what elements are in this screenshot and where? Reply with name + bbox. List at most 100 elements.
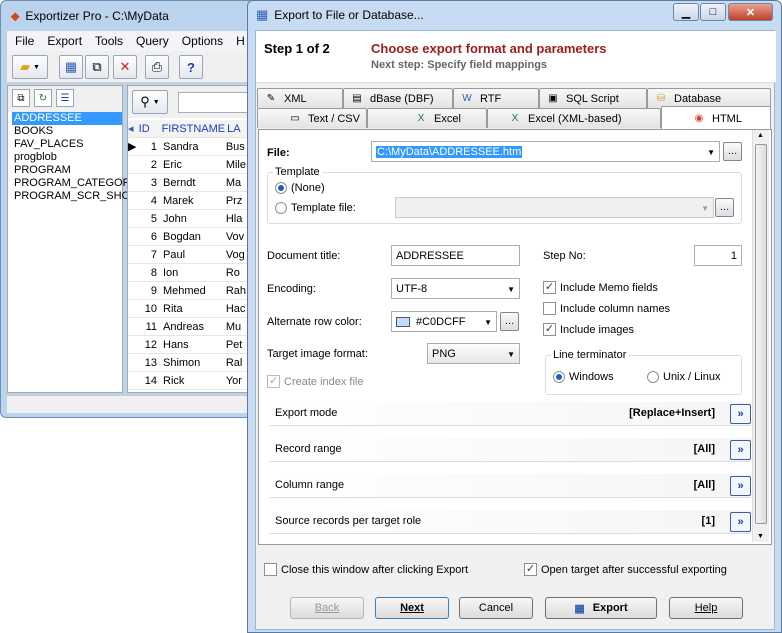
tab-rtf[interactable]: W RTF — [453, 88, 539, 108]
include-images-checkbox[interactable]: ✓ Include images — [543, 323, 634, 336]
template-none-radio[interactable]: (None) — [275, 182, 325, 194]
menu-export[interactable]: Export — [47, 34, 82, 48]
cell-firstname[interactable]: Bogdan — [160, 231, 224, 243]
panel-scrollbar[interactable]: ▲ ▼ — [752, 130, 769, 542]
grid-search-input[interactable] — [178, 92, 254, 113]
template-file-radio[interactable]: Template file: — [275, 202, 356, 214]
cell-firstname[interactable]: Mehmed — [160, 285, 224, 297]
cancel-button[interactable]: Cancel — [459, 597, 533, 619]
cell-firstname[interactable]: Berndt — [160, 177, 224, 189]
export-button[interactable]: ▦ — [59, 55, 83, 79]
tab-dbase[interactable]: ▤ dBase (DBF) — [343, 88, 453, 108]
tab-html[interactable]: ◉ HTML — [661, 106, 771, 130]
step-no-input[interactable]: 1 — [694, 245, 742, 266]
cell-firstname[interactable]: Marek — [160, 195, 224, 207]
tab-text-csv[interactable]: ▭ Text / CSV — [257, 108, 367, 128]
alt-row-color-combo[interactable]: #C0DCFF ▼ — [391, 311, 497, 332]
cell-firstname[interactable]: Rita — [160, 303, 224, 315]
cell-firstname[interactable]: John — [160, 213, 224, 225]
cell-id[interactable]: 14 — [139, 375, 160, 387]
pick-color-button[interactable]: … — [500, 312, 519, 331]
cell-id[interactable]: 5 — [139, 213, 160, 225]
cell-firstname[interactable]: Ion — [160, 267, 224, 279]
open-folder-button[interactable]: ▰ ▼ — [12, 55, 48, 79]
menu-tools[interactable]: Tools — [95, 34, 123, 48]
menu-file[interactable]: File — [15, 34, 34, 48]
cell-firstname[interactable]: Andreas — [160, 321, 224, 333]
refresh-button[interactable]: ↻ — [34, 89, 52, 107]
cell-id[interactable]: 2 — [139, 159, 160, 171]
tab-sql-script[interactable]: ▣ SQL Script — [539, 88, 647, 108]
table-row[interactable]: 3 Berndt Ma — [128, 174, 252, 192]
encoding-combo[interactable]: UTF-8 ▼ — [391, 278, 520, 299]
include-memo-checkbox[interactable]: ✓ Include Memo fields — [543, 281, 658, 294]
browse-file-button[interactable]: … — [723, 142, 742, 161]
expand-section-button[interactable]: » — [730, 476, 751, 496]
list-item[interactable]: PROGRAM_CATEGOR' — [12, 177, 133, 190]
cell-id[interactable]: 13 — [139, 357, 160, 369]
table-row[interactable]: 2 Eric Mile — [128, 156, 252, 174]
export-mode-section[interactable]: Export mode [Replace+Insert] » — [269, 402, 751, 426]
table-row[interactable]: 7 Paul Vog — [128, 246, 252, 264]
close-after-export-checkbox[interactable]: Close this window after clicking Export — [264, 563, 468, 576]
help-button[interactable]: ? — [179, 55, 203, 79]
cell-id[interactable]: 6 — [139, 231, 160, 243]
copy-button[interactable]: ⧉ — [85, 55, 109, 79]
cell-id[interactable]: 12 — [139, 339, 160, 351]
cell-id[interactable]: 4 — [139, 195, 160, 207]
unix-radio[interactable]: Unix / Linux — [647, 371, 720, 383]
table-row[interactable]: 10 Rita Hac — [128, 300, 252, 318]
cell-firstname[interactable]: Shimon — [160, 357, 224, 369]
checkbox[interactable] — [543, 302, 556, 315]
cell-id[interactable]: 10 — [139, 303, 160, 315]
list-item[interactable]: progblob — [12, 151, 122, 164]
scroll-down-icon[interactable]: ▼ — [757, 533, 764, 540]
table-row[interactable]: 14 Rick Yor — [128, 372, 252, 390]
list-item[interactable]: ADDRESSEE — [12, 112, 122, 125]
table-list[interactable]: ADDRESSEE BOOKS FAV_PLACES progblob PROG… — [12, 112, 137, 203]
checkbox[interactable]: ✓ — [524, 563, 537, 576]
list-item[interactable]: BOOKS — [12, 125, 122, 138]
radio-button[interactable] — [647, 371, 659, 383]
records-per-target-section[interactable]: Source records per target role [1] » — [269, 510, 751, 534]
menu-query[interactable]: Query — [136, 34, 169, 48]
list-item[interactable]: PROGRAM — [12, 164, 122, 177]
table-row[interactable]: 4 Marek Prz — [128, 192, 252, 210]
list-item[interactable]: PROGRAM_SCR_SHOT — [12, 190, 137, 203]
cell-firstname[interactable]: Rick — [160, 375, 224, 387]
list-view-button[interactable]: ☰ — [56, 89, 74, 107]
column-range-section[interactable]: Column range [All] » — [269, 474, 751, 498]
minimize-button[interactable]: ▁ — [673, 3, 699, 21]
maximize-button[interactable]: □ — [700, 3, 726, 21]
table-row[interactable]: 11 Andreas Mu — [128, 318, 252, 336]
list-item[interactable]: FAV_PLACES — [12, 138, 122, 151]
next-button[interactable]: Next — [375, 597, 449, 619]
scroll-up-icon[interactable]: ▲ — [757, 132, 764, 139]
cell-id[interactable]: 3 — [139, 177, 160, 189]
table-row[interactable]: 13 Shimon Ral — [128, 354, 252, 372]
open-after-export-checkbox[interactable]: ✓ Open target after successful exporting — [524, 563, 727, 576]
checkbox[interactable] — [264, 563, 277, 576]
record-range-section[interactable]: Record range [All] » — [269, 438, 751, 462]
checkbox[interactable]: ✓ — [543, 323, 556, 336]
table-row[interactable]: 6 Bogdan Vov — [128, 228, 252, 246]
include-column-names-checkbox[interactable]: Include column names — [543, 302, 670, 315]
cell-id[interactable]: 7 — [139, 249, 160, 261]
copy-list-button[interactable]: ⧉ — [12, 89, 30, 107]
table-row[interactable]: 5 John Hla — [128, 210, 252, 228]
column-header-id[interactable]: ID — [139, 123, 159, 135]
cell-id[interactable]: 8 — [139, 267, 160, 279]
image-format-combo[interactable]: PNG ▼ — [427, 343, 520, 364]
cell-id[interactable]: 9 — [139, 285, 160, 297]
tab-excel[interactable]: X Excel — [367, 108, 487, 128]
tab-xml[interactable]: ✎ XML — [257, 88, 343, 108]
column-header-firstname[interactable]: FIRSTNAME — [159, 123, 226, 135]
cell-firstname[interactable]: Eric — [160, 159, 224, 171]
cell-firstname[interactable]: Paul — [160, 249, 224, 261]
table-row[interactable]: 8 Ion Ro — [128, 264, 252, 282]
expand-section-button[interactable]: » — [730, 440, 751, 460]
menu-help[interactable]: H — [236, 34, 245, 48]
expand-section-button[interactable]: » — [730, 404, 751, 424]
tab-database[interactable]: ⛁ Database — [647, 88, 771, 108]
radio-button[interactable] — [275, 202, 287, 214]
